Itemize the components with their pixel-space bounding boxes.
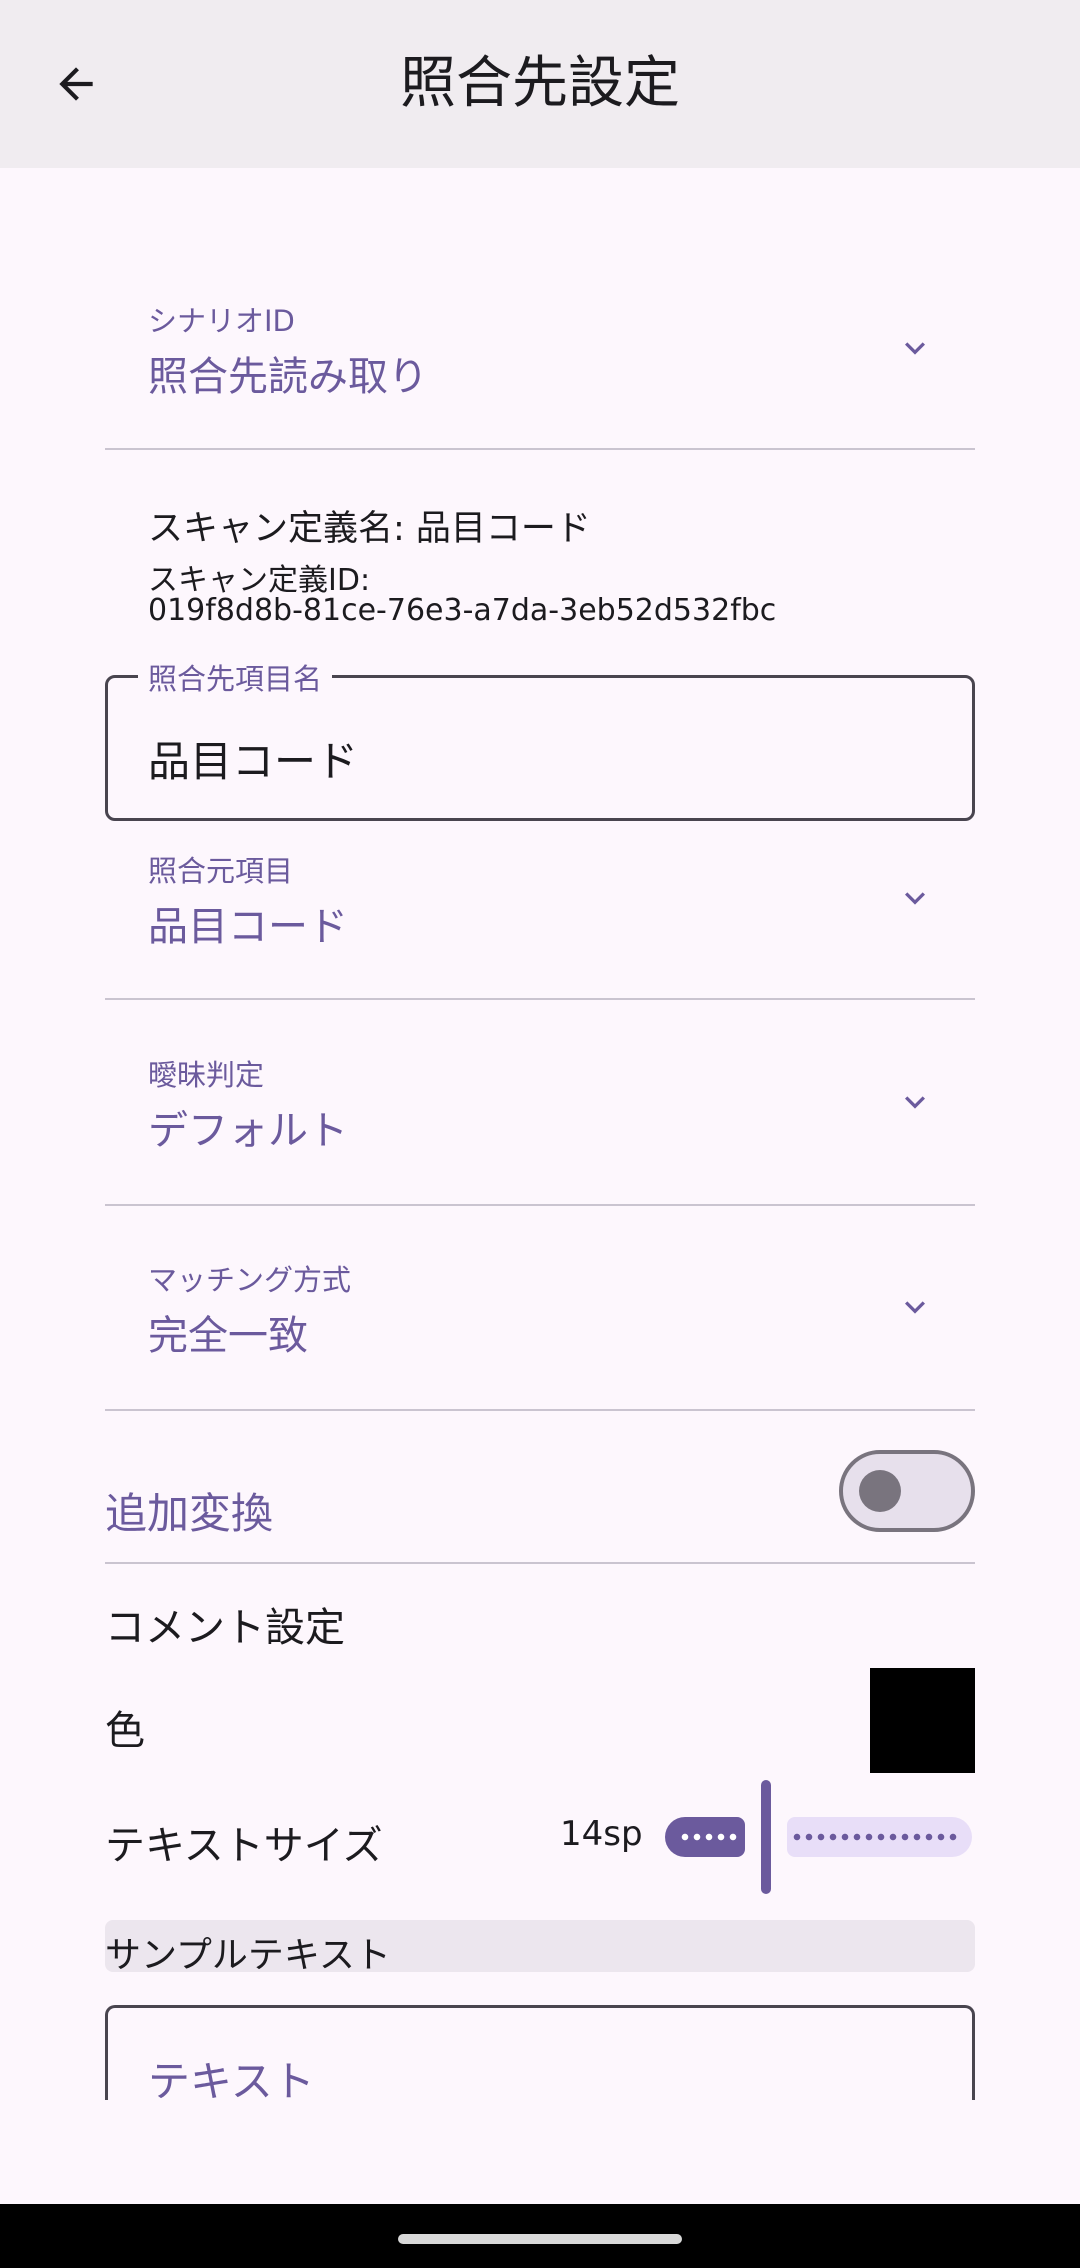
matching-method-label: マッチング方式 [148,1263,352,1297]
home-indicator[interactable] [398,2234,682,2244]
comment-settings-heading: コメント設定 [105,1605,345,1651]
fuzzy-judgement-dropdown[interactable]: 曖昧判定 デフォルト [105,1000,975,1206]
chevron-down-icon [905,1096,925,1109]
color-swatch[interactable] [870,1668,975,1773]
comment-settings-header: コメント設定 [105,1595,975,1655]
extra-conversion-label: 追加変換 [105,1489,274,1538]
scenario-id-value: 照合先読み取り [148,354,428,400]
scenario-id-dropdown[interactable]: シナリオID 照合先読み取り [105,244,975,450]
switch-thumb [859,1470,901,1512]
page-title: 照合先設定 [400,51,680,116]
matching-method-dropdown[interactable]: マッチング方式 完全一致 [105,1205,975,1411]
top-app-bar: 照合先設定 [0,0,1080,168]
source-item-dropdown[interactable]: 照合元項目 品目コード [105,794,975,1000]
divider [105,1562,975,1564]
system-navigation-bar [0,2204,1080,2268]
scan-definition-info: スキャン定義名: 品目コード スキャン定義ID: 019f8d8b-81ce-7… [105,500,975,640]
slider-track-active [665,1817,745,1857]
extra-conversion-row: 追加変換 [105,1450,975,1560]
source-item-label: 照合元項目 [148,854,294,888]
comment-color-label: 色 [105,1708,145,1754]
sample-text-label: サンプルテキスト [105,1935,391,1976]
text-size-row: テキストサイズ 14sp [105,1780,975,1894]
chevron-down-icon [905,892,925,905]
source-item-value: 品目コード [148,904,348,950]
comment-color-row: 色 [105,1668,975,1773]
chevron-down-icon [905,1301,925,1314]
scenario-id-label: シナリオID [148,304,295,338]
slider-thumb[interactable] [761,1780,771,1894]
scan-definition-name: スキャン定義名: 品目コード [148,509,591,549]
target-item-name-label: 照合先項目名 [138,656,333,698]
extra-conversion-switch[interactable] [839,1450,975,1532]
slider-track-inactive [787,1817,972,1857]
text-size-label: テキストサイズ [105,1823,383,1869]
target-item-name-value: 品目コード [148,737,359,786]
sample-text-preview: サンプルテキスト [105,1920,975,1976]
text-size-value: 14sp [560,1814,643,1854]
chevron-down-icon [905,342,925,355]
matching-method-value: 完全一致 [148,1313,308,1359]
fuzzy-judgement-value: デフォルト [148,1108,348,1154]
comment-text-field[interactable]: テキスト [105,2005,975,2100]
fuzzy-judgement-label: 曖昧判定 [148,1058,265,1092]
comment-text-placeholder: テキスト [148,2057,315,2100]
scan-definition-id-value: 019f8d8b-81ce-76e3-a7da-3eb52d532fbc [148,593,777,628]
